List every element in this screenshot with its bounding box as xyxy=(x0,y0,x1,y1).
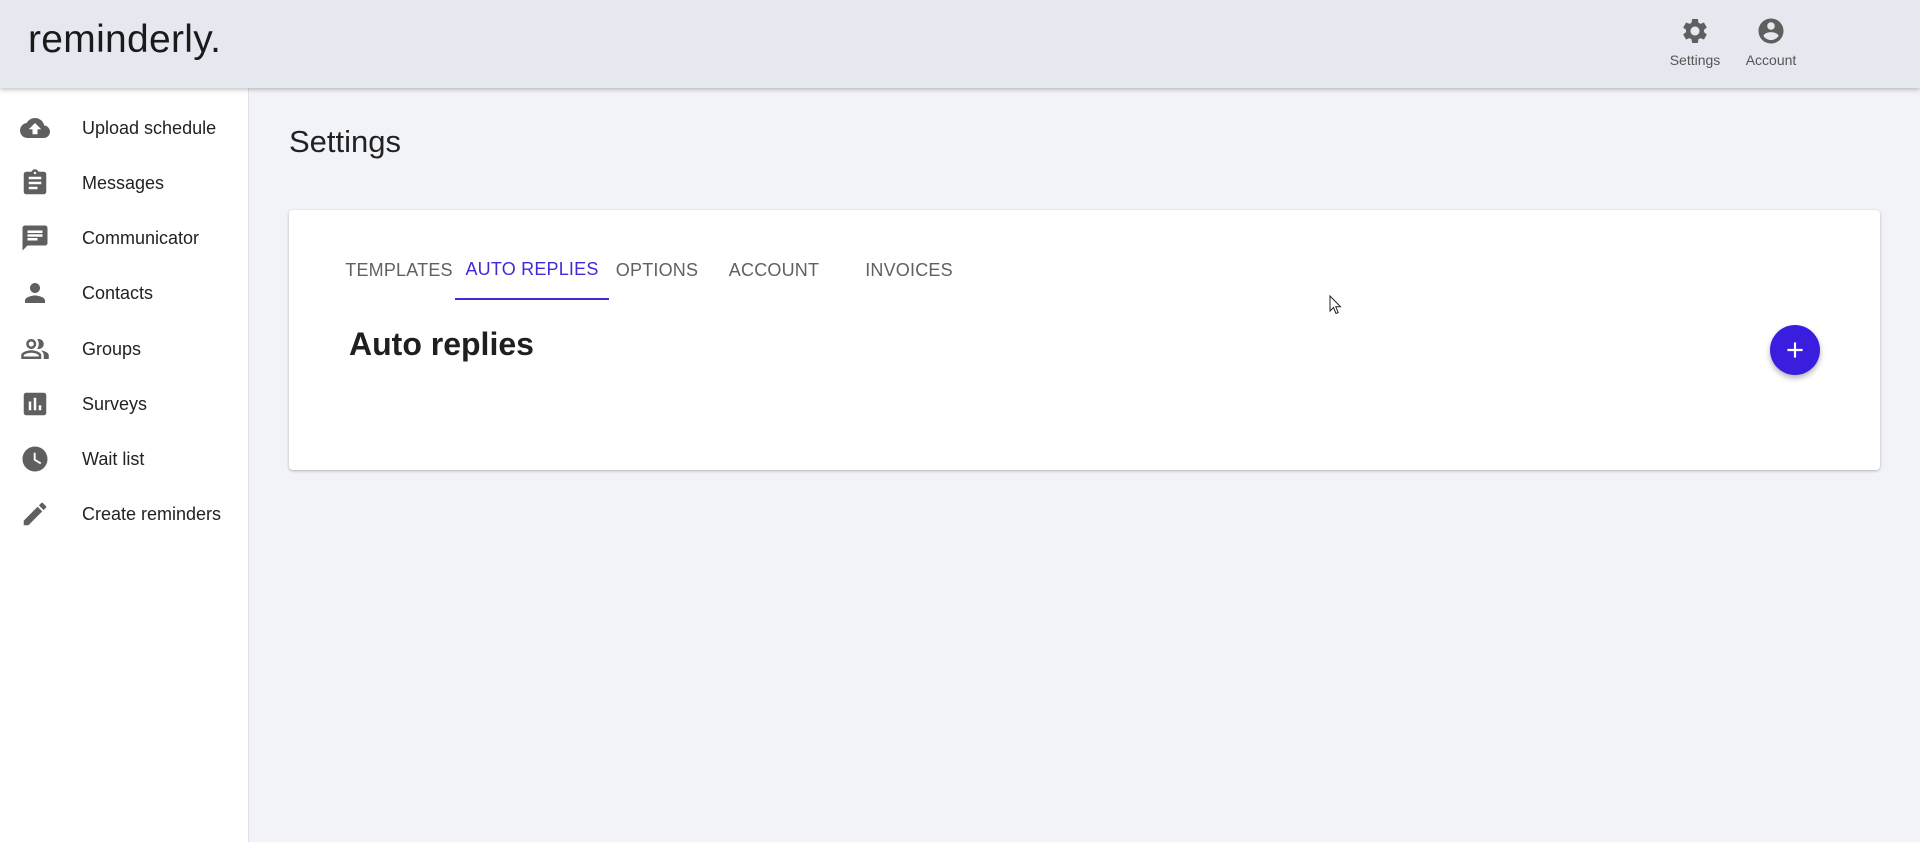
sidebar-item-label: Groups xyxy=(82,338,142,359)
sidebar-item-label: Wait list xyxy=(82,448,145,469)
sidebar-item-communicator[interactable]: Communicator xyxy=(0,213,248,263)
bar-chart-icon xyxy=(23,392,47,416)
sidebar: Upload schedule Messages Communicator Co… xyxy=(0,88,249,842)
settings-button[interactable]: Settings xyxy=(1657,16,1733,74)
app-logo[interactable]: reminderly. xyxy=(28,18,221,62)
plus-icon xyxy=(1787,342,1803,358)
gear-icon xyxy=(1683,18,1707,43)
clock-icon xyxy=(22,446,48,472)
mouse-cursor-icon xyxy=(1329,295,1342,315)
tab-options[interactable]: OPTIONS xyxy=(607,240,707,300)
section-title: Auto replies xyxy=(349,326,534,362)
page-title: Settings xyxy=(289,124,402,159)
account-circle-icon xyxy=(1758,18,1784,44)
pencil-icon xyxy=(23,502,47,526)
clipboard-icon xyxy=(23,169,47,195)
account-label: Account xyxy=(1745,52,1797,68)
sidebar-item-create-reminders[interactable]: Create reminders xyxy=(0,489,248,539)
sidebar-item-messages[interactable]: Messages xyxy=(0,158,248,208)
chat-icon xyxy=(22,225,48,251)
add-auto-reply-button[interactable] xyxy=(1770,325,1820,375)
sidebar-item-surveys[interactable]: Surveys xyxy=(0,379,248,429)
sidebar-item-label: Upload schedule xyxy=(82,117,217,138)
settings-label: Settings xyxy=(1669,52,1721,68)
settings-card: TEMPLATES AUTO REPLIES OPTIONS ACCOUNT I… xyxy=(289,210,1880,470)
sidebar-item-contacts[interactable]: Contacts xyxy=(0,268,248,318)
sidebar-item-groups[interactable]: Groups xyxy=(0,324,248,374)
tab-invoices[interactable]: INVOICES xyxy=(859,240,959,300)
account-button[interactable]: Account xyxy=(1733,16,1809,74)
sidebar-item-label: Contacts xyxy=(82,282,154,303)
tab-account[interactable]: ACCOUNT xyxy=(719,240,829,300)
people-icon xyxy=(21,339,49,359)
top-app-bar: reminderly. Settings Account xyxy=(0,0,1920,88)
sidebar-item-label: Messages xyxy=(82,172,165,193)
person-icon xyxy=(25,283,45,303)
sidebar-item-label: Surveys xyxy=(82,393,148,414)
cloud-upload-icon xyxy=(20,118,50,138)
tab-templates[interactable]: TEMPLATES xyxy=(339,240,459,300)
sidebar-item-label: Create reminders xyxy=(82,503,222,524)
tab-auto-replies[interactable]: AUTO REPLIES xyxy=(455,240,609,300)
sidebar-item-upload-schedule[interactable]: Upload schedule xyxy=(0,103,248,153)
sidebar-item-wait-list[interactable]: Wait list xyxy=(0,434,248,484)
sidebar-item-label: Communicator xyxy=(82,227,200,248)
